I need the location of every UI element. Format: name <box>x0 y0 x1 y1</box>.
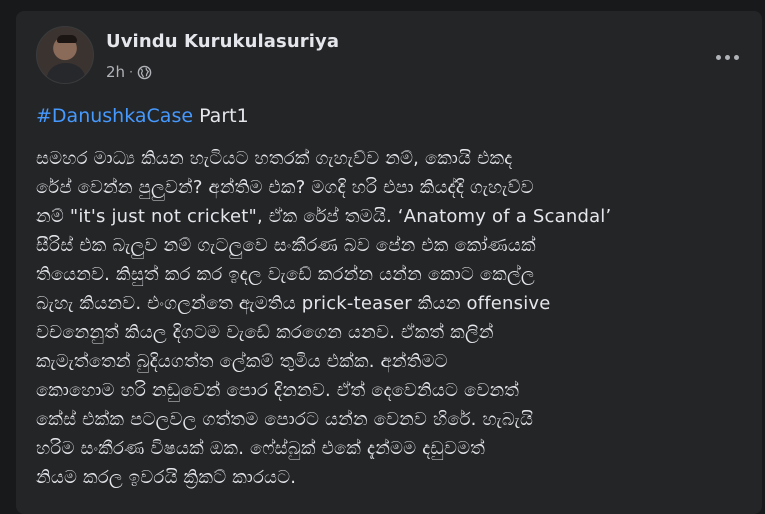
hashtag-link[interactable]: #DanushkaCase <box>36 105 193 127</box>
post-line: බැහැ කියනව. එංගලන්තෙ ඇමතිය prick-teaser … <box>36 293 551 314</box>
more-options-icon <box>715 54 721 60</box>
post-line: රේප් වෙන්න පුලුවන්? අන්තිම එක? මගදි හරි … <box>36 177 534 198</box>
post-line: නම් "it's just not cricket", ඒක රේප් තමය… <box>36 206 612 227</box>
post-meta: 2h · <box>106 63 152 81</box>
post-line: නියම කරල ඉවරයි ක්‍රිකට් කාරයට. <box>36 467 297 488</box>
post-body: සමහර මාධ්‍ය කියන හැටියට හතරක් ගැහැව්ව නම… <box>36 144 736 492</box>
author-name[interactable]: Uvindu Kurukulasuriya <box>106 31 339 52</box>
post-hashtag-line: #DanushkaCase Part1 <box>36 103 249 129</box>
author-avatar[interactable] <box>36 26 94 84</box>
post-line: කොහොම හරි නඩුවෙන් පොර දිනනව. ඒත් දෙවෙනිය… <box>36 380 520 401</box>
post-line: තියෙනව. කිසුත් කර කර ඉදල වැඩේ කරන්න යන්න… <box>36 264 535 285</box>
post-line: සීරිස් එක බැලුව නම් ගැටලුවෙ සංකීරණ බව පේ… <box>36 235 536 256</box>
meta-separator: · <box>129 65 133 79</box>
globe-icon[interactable] <box>137 65 152 80</box>
post-timestamp[interactable]: 2h <box>106 63 125 81</box>
post-line: හරිම සංකීරණ විෂයක් ඔක. ෆේස්බුක් එකේ දැන්… <box>36 438 486 459</box>
hashtag-suffix: Part1 <box>193 105 249 127</box>
post-line: වචනෙනුත් කියල දිගටම වැඩේ කරගෙන යනව. ඒකත්… <box>36 322 494 343</box>
post-card: Uvindu Kurukulasuriya 2h · #DanushkaCase… <box>16 11 762 514</box>
post-line: සමහර මාධ්‍ය කියන හැටියට හතරක් ගැහැව්ව නම… <box>36 148 513 169</box>
post-line: කැමැත්තෙන් බුදියගත්ත ලේකම් තුමිය එක්ක. අ… <box>36 351 448 372</box>
more-options-button[interactable] <box>709 48 745 66</box>
post-line: කේස් එක්ක පටලවල ගත්තම පොරට යන්න වෙනව හිර… <box>36 409 534 430</box>
